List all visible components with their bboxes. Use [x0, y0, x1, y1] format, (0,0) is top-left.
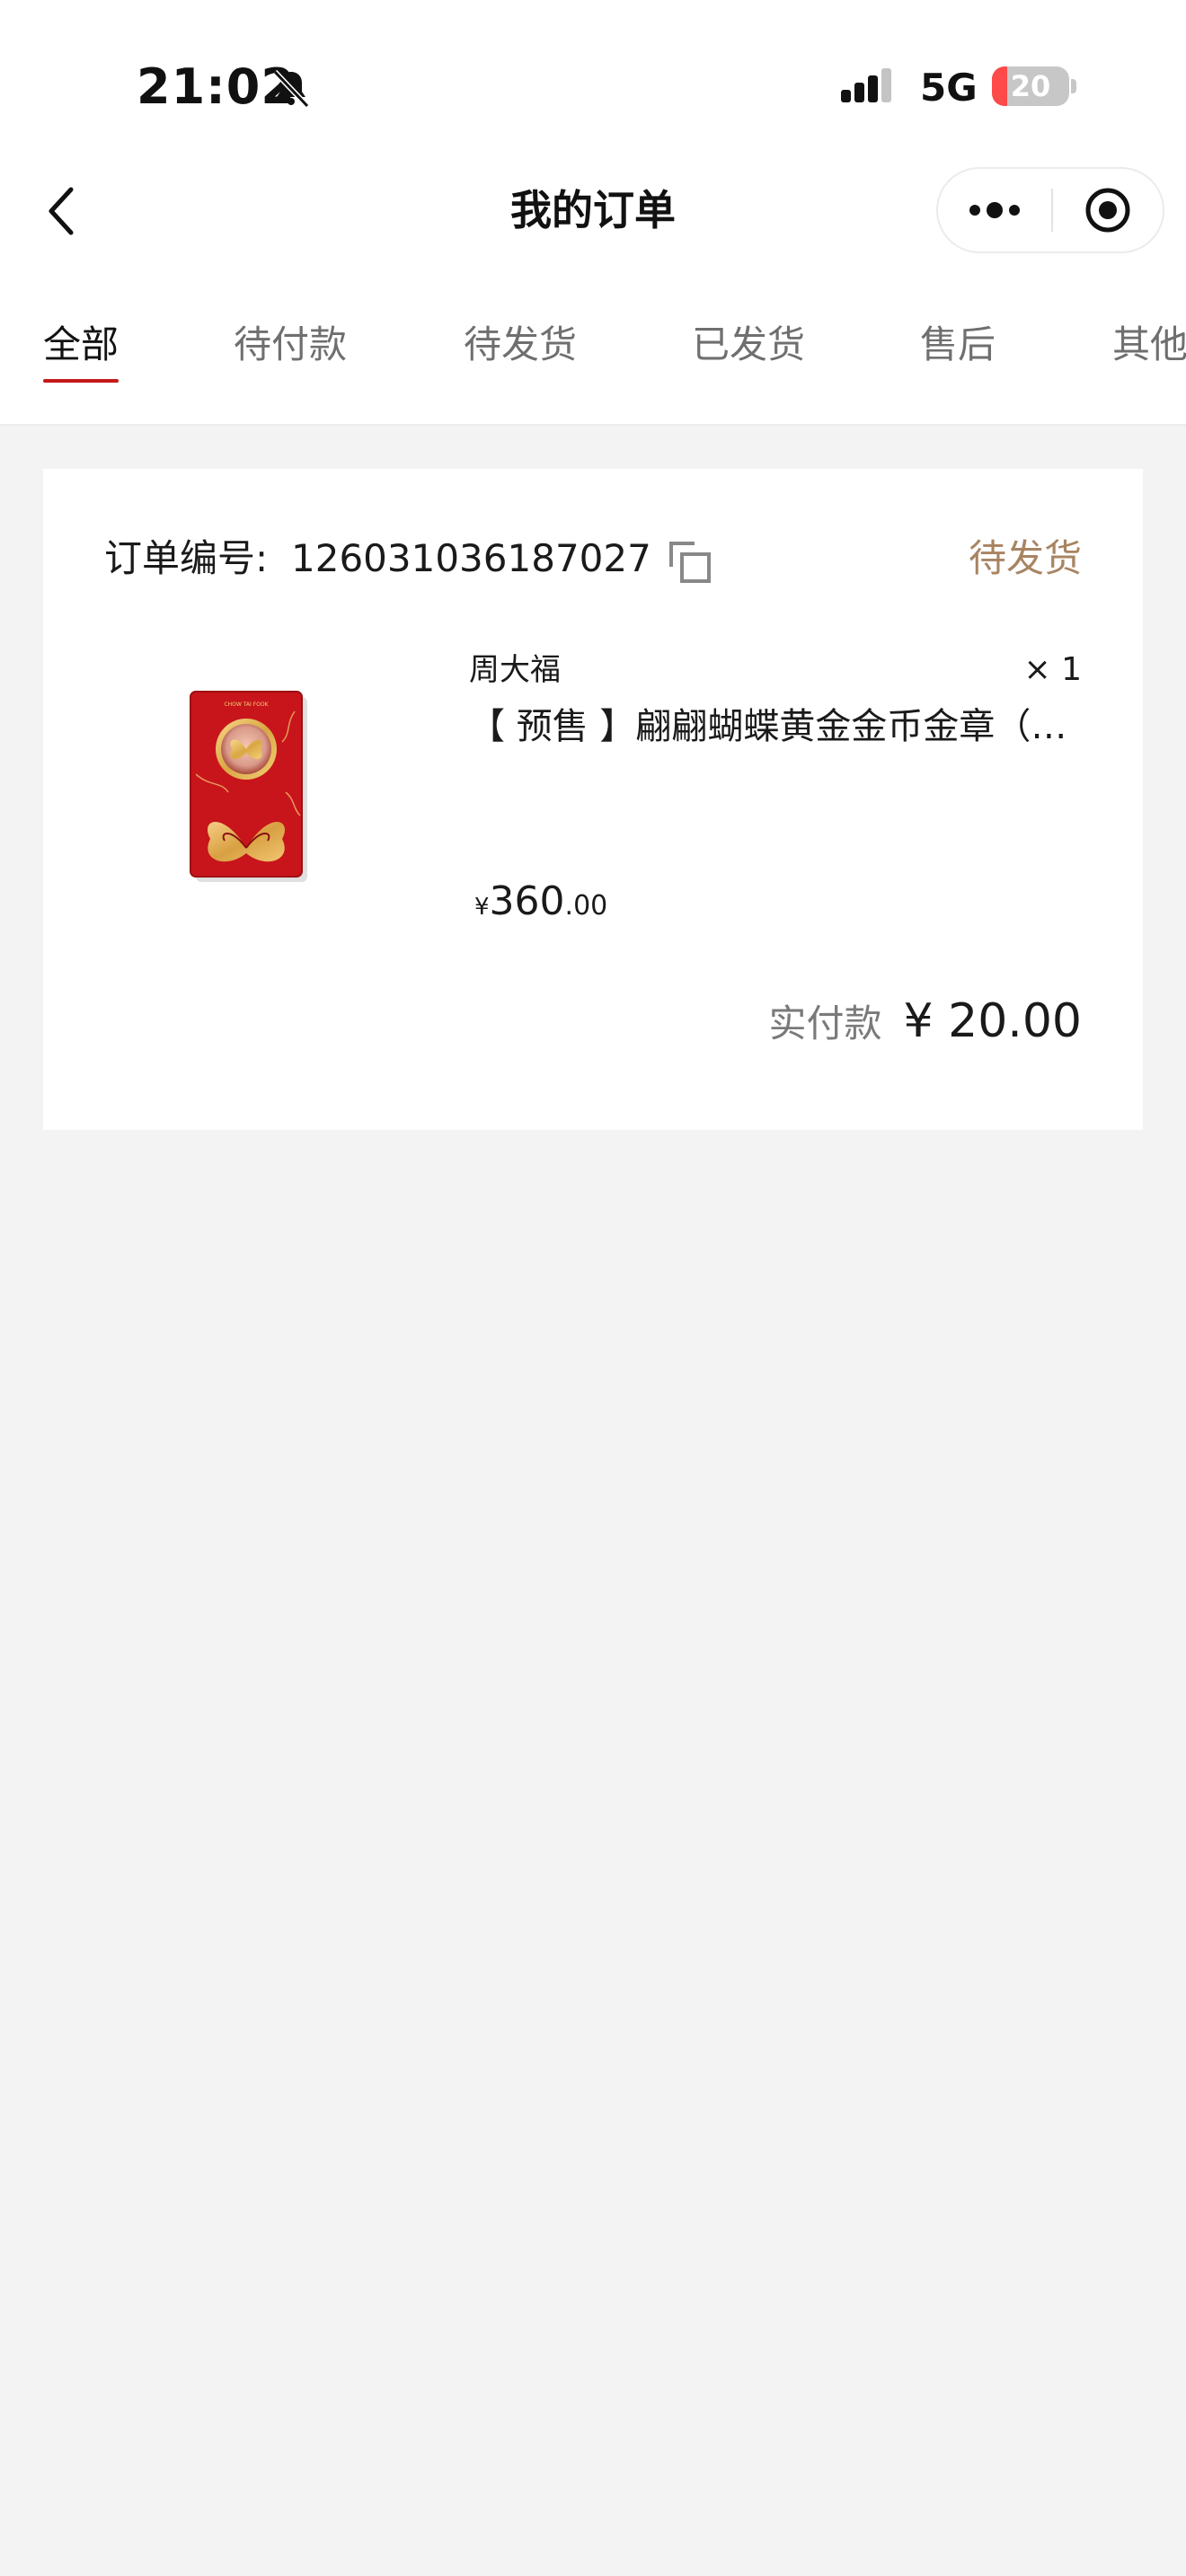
paid-amount: ¥ 20.00: [903, 994, 1082, 1048]
svg-text:CHOW TAI FOOK: CHOW TAI FOOK: [224, 701, 269, 708]
order-number: 126031036187027: [291, 536, 651, 580]
battery-level: 20: [1010, 69, 1051, 103]
product-quantity: × 1: [1023, 651, 1082, 688]
paid-amount-row: 实付款 ¥ 20.00: [769, 990, 1083, 1063]
price-currency: ¥: [474, 894, 490, 921]
more-dots-icon: [969, 202, 1020, 218]
copy-icon: [669, 542, 711, 583]
active-tab-indicator: [43, 379, 119, 383]
product-image[interactable]: CHOW TAI FOOK: [160, 684, 322, 900]
tab-pending-shipment[interactable]: 待发货: [464, 318, 577, 372]
paid-label: 实付款: [768, 1001, 882, 1045]
price-integer: 360: [489, 878, 565, 924]
order-status: 待发货: [968, 536, 1082, 580]
tab-other[interactable]: 其他: [1112, 318, 1186, 372]
target-close-icon: [1085, 188, 1130, 233]
order-card[interactable]: 订单编号: 126031036187027 待发货 CHOW TAI FOOK: [43, 469, 1143, 1130]
nav-bar: 我的订单: [0, 153, 1186, 269]
mini-program-capsule: [936, 167, 1164, 253]
tab-after-sales[interactable]: 售后: [920, 318, 996, 372]
signal-icon: [841, 68, 891, 102]
battery-indicator: 20: [992, 66, 1069, 106]
product-brand: 周大福: [469, 652, 561, 688]
product-price: ¥360.00: [474, 873, 607, 939]
tab-all[interactable]: 全部: [43, 318, 119, 372]
product-name[interactable]: 【 预售 】翩翩蝴蝶黄金金币金章（…: [469, 701, 1082, 753]
bell-off-icon: [272, 69, 310, 109]
network-type: 5G: [920, 66, 978, 110]
status-bar: 21:02 5G 20: [0, 0, 1186, 171]
tab-shipped[interactable]: 已发货: [692, 318, 805, 372]
battery-tip: [1071, 79, 1076, 93]
order-tabs: 全部 待付款 待发货 已发货 售后 其他: [0, 269, 1186, 426]
tab-pending-payment[interactable]: 待付款: [234, 318, 347, 372]
price-decimal: .00: [564, 890, 608, 922]
close-mini-program-button[interactable]: [1053, 169, 1163, 251]
order-number-label: 订单编号:: [104, 536, 269, 580]
copy-order-number-button[interactable]: [665, 537, 715, 587]
more-button[interactable]: [938, 169, 1051, 251]
